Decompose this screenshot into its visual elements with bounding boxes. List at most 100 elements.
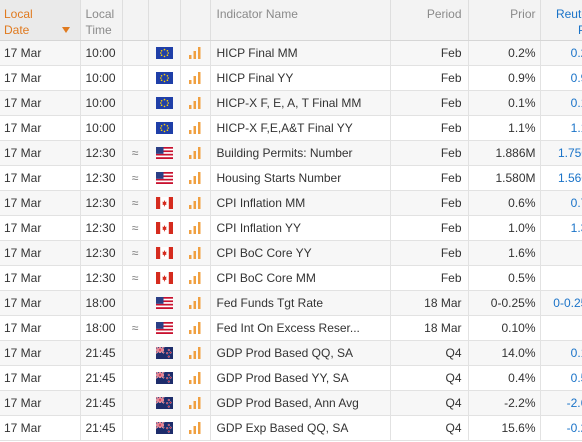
approx-icon: [122, 65, 149, 91]
row-date: 17 Mar: [0, 90, 81, 116]
row-indicator-name[interactable]: HICP Final YY: [210, 65, 391, 91]
flag-eu-icon: [155, 122, 173, 135]
importance-cell: [180, 340, 211, 366]
row-indicator-name[interactable]: Fed Int On Excess Reser...: [210, 315, 391, 341]
row-indicator-name[interactable]: Building Permits: Number: [210, 140, 391, 166]
importance-cell: [180, 215, 211, 241]
header-time-label: Local Time: [85, 7, 115, 37]
column-header-local-time[interactable]: Local Time: [80, 0, 123, 41]
economic-calendar-table: Local Date Local Time Indicator Name Per…: [0, 0, 582, 441]
row-reuters-poll: 0.1%: [540, 90, 582, 116]
flag-nz-icon: [155, 347, 173, 360]
row-date: 17 Mar: [0, 40, 81, 66]
importance-cell: [180, 65, 211, 91]
table-row[interactable]: 17 Mar 21:45 GDP Prod Based YY, SA Q4 0.…: [0, 365, 582, 391]
row-reuters-poll: -0.2%: [540, 415, 582, 441]
row-period: Feb: [390, 190, 469, 216]
table-row[interactable]: 17 Mar 12:30 ≈ CPI BoC Core MM Feb 0.5%: [0, 265, 582, 291]
flag-cell: [148, 140, 181, 166]
row-date: 17 Mar: [0, 115, 81, 141]
column-header-local-date[interactable]: Local Date: [0, 0, 81, 41]
row-indicator-name[interactable]: GDP Exp Based QQ, SA: [210, 415, 391, 441]
row-prior: 15.6%: [468, 415, 541, 441]
table-row[interactable]: 17 Mar 21:45 GDP Exp Based QQ, SA Q4 15.…: [0, 415, 582, 441]
row-prior: 1.0%: [468, 215, 541, 241]
importance-cell: [180, 240, 211, 266]
row-period: 18 Mar: [390, 290, 469, 316]
column-header-prior[interactable]: Prior: [468, 0, 541, 41]
row-time: 12:30: [80, 265, 123, 291]
flag-nz-icon: [155, 422, 173, 435]
importance-cell: [180, 315, 211, 341]
table-row[interactable]: 17 Mar 10:00 HICP Final YY Feb 0.9% 0.9%: [0, 65, 582, 91]
row-indicator-name[interactable]: CPI Inflation YY: [210, 215, 391, 241]
table-row[interactable]: 17 Mar 21:45 GDP Prod Based QQ, SA Q4 14…: [0, 340, 582, 366]
flag-ca-icon: [155, 272, 173, 285]
table-row[interactable]: 17 Mar 12:30 ≈ Building Permits: Number …: [0, 140, 582, 166]
approx-icon: [122, 290, 149, 316]
row-period: Feb: [390, 40, 469, 66]
row-time: 18:00: [80, 290, 123, 316]
column-header-period[interactable]: Period: [390, 0, 469, 41]
row-indicator-name[interactable]: CPI BoC Core MM: [210, 265, 391, 291]
row-indicator-name[interactable]: Fed Funds Tgt Rate: [210, 290, 391, 316]
flag-eu-icon: [155, 97, 173, 110]
row-time: 12:30: [80, 165, 123, 191]
row-indicator-name[interactable]: HICP Final MM: [210, 40, 391, 66]
table-body: 17 Mar 10:00 HICP Final MM Feb 0.2% 0.2%…: [0, 40, 582, 441]
row-indicator-name[interactable]: CPI BoC Core YY: [210, 240, 391, 266]
row-prior: 0.1%: [468, 90, 541, 116]
importance-bars-icon: [189, 172, 201, 185]
table-row[interactable]: 17 Mar 10:00 HICP-X F, E, A, T Final MM …: [0, 90, 582, 116]
row-indicator-name[interactable]: GDP Prod Based YY, SA: [210, 365, 391, 391]
row-date: 17 Mar: [0, 265, 81, 291]
table-row[interactable]: 17 Mar 12:30 ≈ CPI BoC Core YY Feb 1.6%: [0, 240, 582, 266]
flag-cell: [148, 340, 181, 366]
table-row[interactable]: 17 Mar 18:00 Fed Funds Tgt Rate 18 Mar 0…: [0, 290, 582, 316]
row-date: 17 Mar: [0, 365, 81, 391]
approx-icon: ≈: [122, 165, 149, 191]
table-row[interactable]: 17 Mar 10:00 HICP Final MM Feb 0.2% 0.2%: [0, 40, 582, 66]
table-row[interactable]: 17 Mar 21:45 GDP Prod Based, Ann Avg Q4 …: [0, 390, 582, 416]
flag-cell: [148, 90, 181, 116]
row-period: Feb: [390, 65, 469, 91]
row-indicator-name[interactable]: GDP Prod Based, Ann Avg: [210, 390, 391, 416]
row-indicator-name[interactable]: HICP-X F,E,A&T Final YY: [210, 115, 391, 141]
table-row[interactable]: 17 Mar 18:00 ≈ Fed Int On Excess Reser..…: [0, 315, 582, 341]
row-prior: -2.2%: [468, 390, 541, 416]
table-row[interactable]: 17 Mar 10:00 HICP-X F,E,A&T Final YY Feb…: [0, 115, 582, 141]
importance-cell: [180, 90, 211, 116]
importance-cell: [180, 140, 211, 166]
flag-us-icon: [155, 297, 173, 310]
importance-bars-icon: [189, 147, 201, 160]
flag-us-icon: [155, 147, 173, 160]
flag-cell: [148, 390, 181, 416]
row-period: Q4: [390, 415, 469, 441]
row-indicator-name[interactable]: GDP Prod Based QQ, SA: [210, 340, 391, 366]
flag-cell: [148, 265, 181, 291]
table-row[interactable]: 17 Mar 12:30 ≈ CPI Inflation YY Feb 1.0%…: [0, 215, 582, 241]
row-indicator-name[interactable]: Housing Starts Number: [210, 165, 391, 191]
importance-bars-icon: [189, 272, 201, 285]
flag-nz-icon: [155, 397, 173, 410]
sort-desc-icon[interactable]: [62, 27, 70, 33]
importance-bars-icon: [189, 72, 201, 85]
importance-cell: [180, 165, 211, 191]
flag-cell: [148, 115, 181, 141]
row-reuters-poll: 0.9%: [540, 65, 582, 91]
row-period: 18 Mar: [390, 315, 469, 341]
row-reuters-poll: 1.1%: [540, 115, 582, 141]
row-indicator-name[interactable]: CPI Inflation MM: [210, 190, 391, 216]
row-prior: 1.886M: [468, 140, 541, 166]
row-reuters-poll: 0-0.25%: [540, 290, 582, 316]
approx-icon: [122, 90, 149, 116]
row-period: Feb: [390, 240, 469, 266]
flag-ca-icon: [155, 197, 173, 210]
importance-cell: [180, 40, 211, 66]
table-row[interactable]: 17 Mar 12:30 ≈ CPI Inflation MM Feb 0.6%…: [0, 190, 582, 216]
approx-icon: [122, 340, 149, 366]
column-header-indicator-name[interactable]: Indicator Name: [210, 0, 391, 41]
row-indicator-name[interactable]: HICP-X F, E, A, T Final MM: [210, 90, 391, 116]
column-header-reuters-poll[interactable]: Reuters Poll: [540, 0, 582, 41]
table-row[interactable]: 17 Mar 12:30 ≈ Housing Starts Number Feb…: [0, 165, 582, 191]
